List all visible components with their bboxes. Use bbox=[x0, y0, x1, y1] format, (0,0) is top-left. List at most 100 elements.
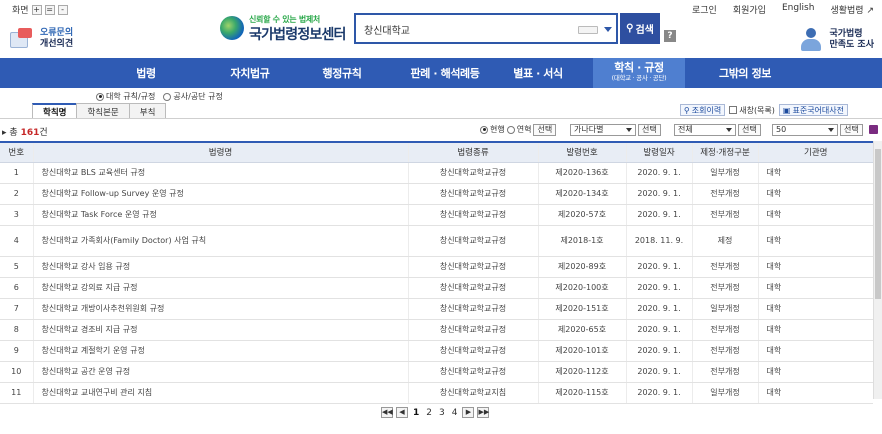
col-org[interactable]: 기관명 bbox=[757, 141, 873, 163]
rule-name-link[interactable]: 창신대학교 Follow-up Survey 운영 규정 bbox=[32, 183, 408, 205]
col-revision-kind[interactable]: 제정·개정구분 bbox=[691, 141, 758, 163]
life-law-link[interactable]: 생활법령 ↗ bbox=[830, 3, 874, 16]
feedback-line2: 개선의견 bbox=[40, 39, 74, 49]
version-radios: 현행 연혁 선택 bbox=[480, 123, 557, 136]
virtual-keyboard-icon[interactable] bbox=[578, 26, 598, 34]
page-2[interactable]: 2 bbox=[424, 408, 434, 418]
main-nav: 법령 자치법규 행정규칙 판례 · 해석례등 별표 · 서식 학칙 · 규정 (… bbox=[0, 58, 882, 88]
history-button[interactable]: ⚲ 조회이력 bbox=[679, 104, 726, 116]
col-name[interactable]: 법령명 bbox=[32, 141, 408, 163]
dictionary-button[interactable]: ▣ 표준국어대사전 bbox=[778, 104, 848, 116]
result-tools: ⚲ 조회이력 새창(목록) ▣ 표준국어대사전 bbox=[679, 104, 848, 116]
category-radios: 대학 규칙/규정 공사/공단 규정 bbox=[96, 91, 223, 102]
caret-right-icon: ▸ bbox=[2, 128, 7, 138]
page-3[interactable]: 3 bbox=[437, 408, 447, 418]
page-1[interactable]: 1 bbox=[411, 408, 421, 418]
rule-name-link[interactable]: 창신대학교 계절학기 운영 규정 bbox=[32, 340, 408, 362]
rule-name-link[interactable]: 창신대학교 강사 임용 규정 bbox=[32, 256, 408, 278]
nav-item-tables-forms[interactable]: 별표 · 서식 bbox=[494, 58, 582, 88]
zoom-in-button[interactable]: + bbox=[31, 4, 42, 15]
feedback-icon bbox=[8, 28, 36, 50]
person-icon bbox=[797, 28, 825, 52]
table-row: 7 창신대학교 개방이사추천위원회 규정 창신대학교학교규정 제2020-151… bbox=[0, 298, 873, 320]
logo-name: 국가법령정보센터 bbox=[249, 27, 346, 43]
scroll-thumb[interactable] bbox=[875, 149, 881, 299]
results-table: 번호 법령명 법령종류 발령번호 발령일자 제정·개정구분 기관명 1 창신대학… bbox=[0, 141, 873, 404]
external-link-icon: ↗ bbox=[866, 6, 874, 16]
radio-public-corp[interactable]: 공사/공단 규정 bbox=[163, 91, 223, 102]
table-header-row: 번호 법령명 법령종류 발령번호 발령일자 제정·개정구분 기관명 bbox=[0, 141, 873, 163]
login-link[interactable]: 로그인 bbox=[692, 3, 717, 16]
search-icon: ⚲ bbox=[683, 105, 690, 115]
table-row: 6 창신대학교 강의료 지급 규정 창신대학교학교규정 제2020-100호 2… bbox=[0, 277, 873, 299]
tab-rule-body[interactable]: 학칙본문 bbox=[76, 103, 130, 119]
rule-name-link[interactable]: 창신대학교 가족회사(Family Doctor) 사업 규칙 bbox=[32, 225, 408, 257]
rule-name-link[interactable]: 창신대학교 강의료 지급 규정 bbox=[32, 277, 408, 299]
nav-item-school-rules[interactable]: 학칙 · 규정 (대학교 · 공사 · 공단) bbox=[593, 58, 685, 88]
sort-select[interactable]: 가나다별 bbox=[570, 123, 636, 136]
rule-name-link[interactable]: 창신대학교 공간 운영 규정 bbox=[32, 361, 408, 383]
help-button[interactable]: ? bbox=[664, 30, 676, 42]
sort-controls: 가나다별 선택 bbox=[570, 123, 661, 136]
rule-name-link[interactable]: 창신대학교 Task Force 운영 규정 bbox=[32, 204, 408, 226]
version-select-button[interactable]: 선택 bbox=[533, 123, 557, 136]
radio-current[interactable]: 현행 bbox=[480, 124, 505, 135]
english-link[interactable]: English bbox=[782, 3, 815, 16]
prev-page-button[interactable]: ◀ bbox=[396, 407, 408, 418]
filter-select-button[interactable]: 선택 bbox=[738, 123, 761, 136]
rule-name-link[interactable]: 창신대학교 경조비 지급 규정 bbox=[32, 319, 408, 341]
search-input[interactable] bbox=[364, 21, 564, 37]
top-links: 로그인 회원가입 English 생활법령 ↗ bbox=[692, 3, 874, 16]
zoom-out-button[interactable]: - bbox=[57, 4, 68, 15]
tab-supplement[interactable]: 부칙 bbox=[128, 103, 167, 119]
sort-select-button[interactable]: 선택 bbox=[638, 123, 661, 136]
table-scrollbar[interactable] bbox=[873, 141, 882, 399]
nav-item-precedents[interactable]: 판례 · 해석례등 bbox=[398, 58, 492, 88]
nav-item-local-laws[interactable]: 자치법규 bbox=[208, 58, 292, 88]
rule-name-link[interactable]: 창신대학교 교내연구비 관리 지침 bbox=[32, 382, 408, 404]
nav-item-laws[interactable]: 법령 bbox=[108, 58, 184, 88]
search-button[interactable]: ⚲ 검색 bbox=[620, 13, 660, 44]
radio-university[interactable]: 대학 규칙/규정 bbox=[96, 91, 155, 102]
feedback-line1: 오류문의 bbox=[40, 28, 74, 38]
page-size-select[interactable]: 50 bbox=[772, 123, 838, 136]
page-size-select-button[interactable]: 선택 bbox=[840, 123, 863, 136]
table-row: 4 창신대학교 가족회사(Family Doctor) 사업 규칙 창신대학교학… bbox=[0, 225, 873, 257]
survey-line2: 만족도 조사 bbox=[829, 40, 874, 50]
site-logo[interactable]: 신뢰할 수 있는 법제처 국가법령정보센터 bbox=[220, 14, 350, 44]
nav-item-admin-rules[interactable]: 행정규칙 bbox=[296, 58, 388, 88]
zoom-label: 화면 bbox=[12, 6, 29, 16]
save-icon[interactable] bbox=[869, 125, 878, 134]
zoom-reset-button[interactable]: = bbox=[44, 4, 55, 15]
next-page-button[interactable]: ▶ bbox=[462, 407, 475, 418]
new-window-checkbox[interactable]: 새창(목록) bbox=[729, 105, 775, 116]
first-page-button[interactable]: ◀◀ bbox=[381, 407, 393, 418]
radio-history[interactable]: 연혁 bbox=[506, 124, 531, 135]
page-4[interactable]: 4 bbox=[450, 408, 460, 418]
tab-rule-name[interactable]: 학칙명 bbox=[32, 103, 78, 119]
col-issue-date[interactable]: 발령일자 bbox=[625, 141, 692, 163]
result-bar: ▸ 총 161건 현행 연혁 선택 가나다별 선택 전체 선택 50 선택 bbox=[0, 122, 882, 138]
col-number[interactable]: 번호 bbox=[0, 141, 33, 163]
table-row: 3 창신대학교 Task Force 운영 규정 창신대학교학교규정 제2020… bbox=[0, 204, 873, 226]
filter-select[interactable]: 전체 bbox=[674, 123, 736, 136]
feedback-link[interactable]: 오류문의 개선의견 bbox=[8, 28, 73, 50]
signup-link[interactable]: 회원가입 bbox=[733, 3, 766, 16]
table-row: 5 창신대학교 강사 임용 규정 창신대학교학교규정 제2020-89호 202… bbox=[0, 256, 873, 278]
filter-controls: 전체 선택 bbox=[674, 123, 761, 136]
result-count: ▸ 총 161건 bbox=[2, 128, 48, 138]
table-row: 2 창신대학교 Follow-up Survey 운영 규정 창신대학교학교규정… bbox=[0, 183, 873, 205]
rule-name-link[interactable]: 창신대학교 개방이사추천위원회 규정 bbox=[32, 298, 408, 320]
table-row: 1 창신대학교 BLS 교육센터 규정 창신대학교학교규정 제2020-136호… bbox=[0, 162, 873, 184]
tabs-divider bbox=[0, 118, 882, 119]
zoom-controls: 화면 + = - bbox=[12, 3, 68, 16]
chevron-down-icon[interactable] bbox=[604, 27, 612, 32]
rule-name-link[interactable]: 창신대학교 BLS 교육센터 규정 bbox=[32, 162, 408, 184]
table-row: 9 창신대학교 계절학기 운영 규정 창신대학교학교규정 제2020-101호 … bbox=[0, 340, 873, 362]
col-issue-number[interactable]: 발령번호 bbox=[537, 141, 626, 163]
nav-item-other-info[interactable]: 그밖의 정보 bbox=[700, 58, 790, 88]
survey-link[interactable]: 국가법령 만족도 조사 bbox=[797, 28, 874, 52]
search-tabs: 학칙명 학칙본문 부칙 bbox=[32, 103, 167, 119]
last-page-button[interactable]: ▶▶ bbox=[477, 407, 490, 418]
col-type[interactable]: 법령종류 bbox=[407, 141, 538, 163]
